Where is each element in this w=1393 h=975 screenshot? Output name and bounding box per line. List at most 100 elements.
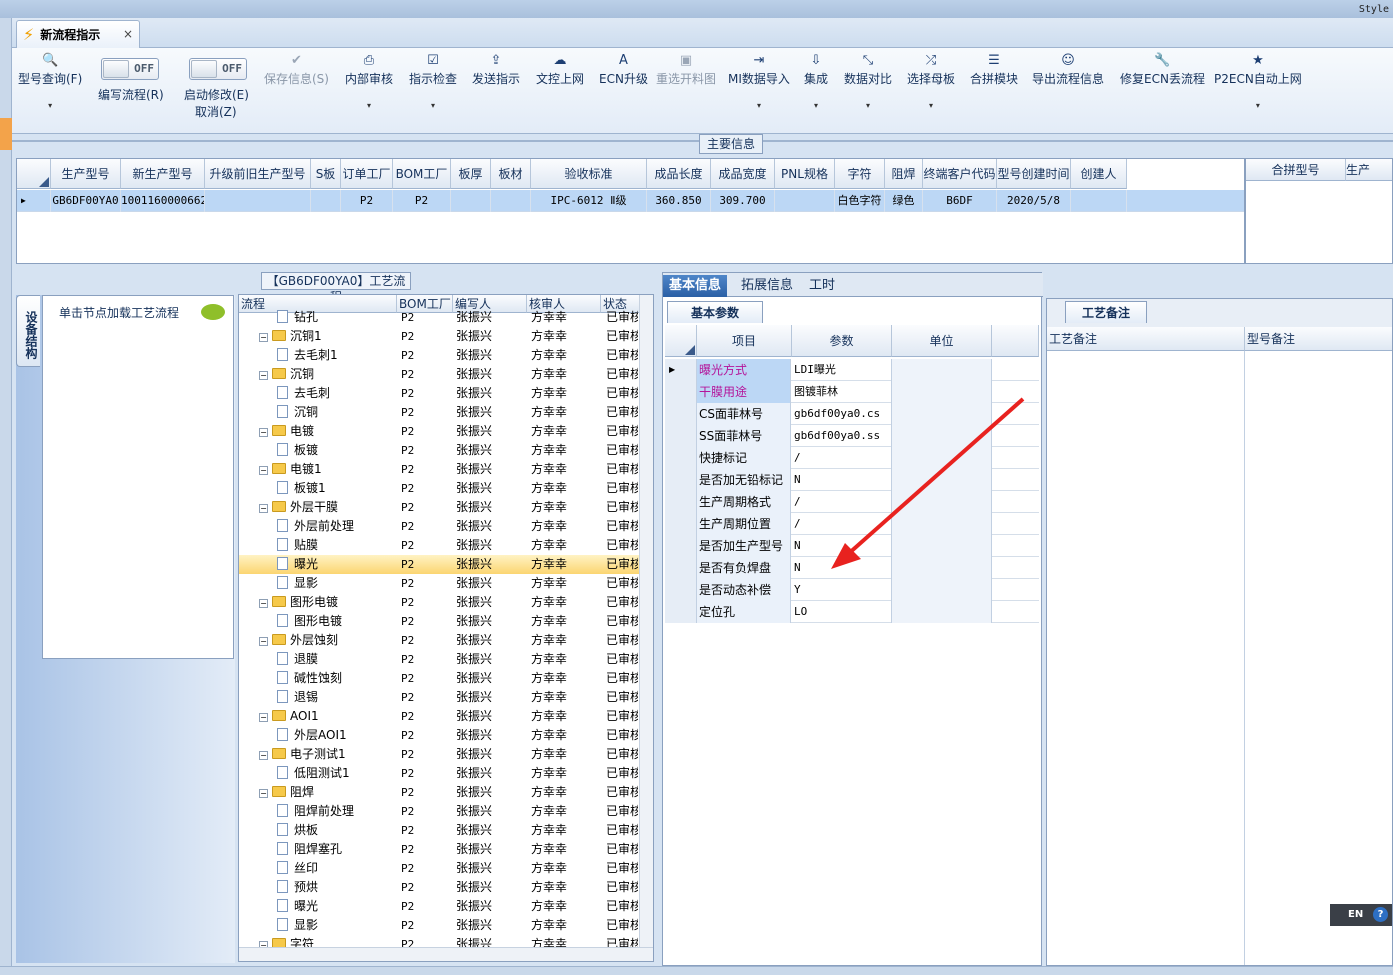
- toolbar-button-5[interactable]: ☁ 文控上网: [536, 52, 584, 87]
- col-header[interactable]: 成品宽度: [711, 159, 775, 189]
- cell[interactable]: B6DF: [923, 190, 997, 212]
- process-notes-body[interactable]: [1047, 351, 1245, 965]
- col-header[interactable]: 板厚: [451, 159, 491, 189]
- tree-node[interactable]: − 图形电镀: [259, 593, 338, 612]
- collapse-icon[interactable]: −: [259, 371, 268, 380]
- toolbar-button-11[interactable]: ⤮ 选择母板 ▾: [907, 52, 955, 110]
- tree-row[interactable]: 外层AOI1 P2 张振兴 方幸幸 已审核: [239, 726, 639, 745]
- col-merge-model[interactable]: 合拼型号: [1246, 159, 1346, 181]
- tree-node[interactable]: 退锡: [277, 688, 318, 707]
- tree-row[interactable]: − 外层蚀刻 P2 张振兴 方幸幸 已审核: [239, 631, 639, 650]
- col-header[interactable]: 升级前旧生产型号: [205, 159, 311, 189]
- tree-node[interactable]: 钻孔: [277, 308, 318, 327]
- col-header[interactable]: 订单工厂: [341, 159, 393, 189]
- close-icon[interactable]: ×: [123, 27, 133, 41]
- tree-node[interactable]: 沉铜: [277, 403, 318, 422]
- toolbar-button-2[interactable]: ⎙ 内部审核 ▾: [345, 52, 393, 110]
- dropdown-arrow-icon[interactable]: ▾: [345, 101, 393, 110]
- tree-row[interactable]: − 电镀 P2 张振兴 方幸幸 已审核: [239, 422, 639, 441]
- tree-row[interactable]: − 图形电镀 P2 张振兴 方幸幸 已审核: [239, 593, 639, 612]
- tree-row[interactable]: − 沉铜1 P2 张振兴 方幸幸 已审核: [239, 327, 639, 346]
- dropdown-arrow-icon[interactable]: ▾: [728, 101, 790, 110]
- cell[interactable]: 白色字符: [835, 190, 885, 212]
- tree-row[interactable]: 沉铜 P2 张振兴 方幸幸 已审核: [239, 403, 639, 422]
- tree-row[interactable]: 阻焊前处理 P2 张振兴 方幸幸 已审核: [239, 802, 639, 821]
- start-edit-toggle[interactable]: OFF: [189, 58, 247, 80]
- tree-node[interactable]: 丝印: [277, 859, 318, 878]
- tree-horizontal-scrollbar[interactable]: [239, 947, 653, 961]
- tree-row[interactable]: 碱性蚀刻 P2 张振兴 方幸幸 已审核: [239, 669, 639, 688]
- toolbar-button-15[interactable]: ★ P2ECN自动上网 ▾: [1214, 52, 1302, 110]
- tree-node[interactable]: − 外层干膜: [259, 498, 338, 517]
- tree-row[interactable]: − 外层干膜 P2 张振兴 方幸幸 已审核: [239, 498, 639, 517]
- tree-row[interactable]: − AOI1 P2 张振兴 方幸幸 已审核: [239, 707, 639, 726]
- col-header[interactable]: PNL规格: [775, 159, 835, 189]
- cell[interactable]: GB6DF00YA0: [51, 190, 121, 212]
- cell[interactable]: 2020/5/8: [997, 190, 1071, 212]
- col-process-notes[interactable]: 工艺备注: [1047, 327, 1245, 351]
- tree-node[interactable]: 外层AOI1: [277, 726, 347, 745]
- toolbar-button-14[interactable]: 🔧 修复ECN丢流程: [1120, 52, 1205, 87]
- tree-row[interactable]: 显影 P2 张振兴 方幸幸 已审核: [239, 916, 639, 935]
- tree-node[interactable]: 曝光: [277, 897, 318, 916]
- col-header[interactable]: BOM工厂: [393, 159, 451, 189]
- tree-node[interactable]: − AOI1: [259, 707, 319, 726]
- tree-row[interactable]: 板镀 P2 张振兴 方幸幸 已审核: [239, 441, 639, 460]
- tree-node[interactable]: 板镀1: [277, 479, 326, 498]
- dropdown-arrow-icon[interactable]: ▾: [409, 101, 457, 110]
- toolbar-button-7[interactable]: ▣ 重选开料图: [656, 52, 716, 87]
- col-header[interactable]: 新生产型号: [121, 159, 205, 189]
- tree-node[interactable]: 退膜: [277, 650, 318, 669]
- load-hint-label[interactable]: 单击节点加载工艺流程: [59, 304, 179, 321]
- col-header[interactable]: 阻焊: [885, 159, 923, 189]
- cell[interactable]: [451, 190, 491, 212]
- tree-row[interactable]: − 沉铜 P2 张振兴 方幸幸 已审核: [239, 365, 639, 384]
- tree-row[interactable]: − 电镀1 P2 张振兴 方幸幸 已审核: [239, 460, 639, 479]
- toolbar-button-0[interactable]: 🔍 型号查询(F) ▾: [18, 52, 82, 110]
- tree-row[interactable]: 去毛刺1 P2 张振兴 方幸幸 已审核: [239, 346, 639, 365]
- cell[interactable]: [1071, 190, 1127, 212]
- toolbar-button-4[interactable]: ⇪ 发送指示: [472, 52, 520, 87]
- tree-row[interactable]: 显影 P2 张振兴 方幸幸 已审核: [239, 574, 639, 593]
- tree-row[interactable]: 贴膜 P2 张振兴 方幸幸 已审核: [239, 536, 639, 555]
- cell[interactable]: 309.700: [711, 190, 775, 212]
- tree-node[interactable]: 图形电镀: [277, 612, 342, 631]
- tab-equipment-structure[interactable]: 设备结构: [16, 295, 40, 367]
- cell[interactable]: [205, 190, 311, 212]
- collapse-icon[interactable]: −: [259, 599, 268, 608]
- tree-node[interactable]: 预烘: [277, 878, 318, 897]
- tree-row[interactable]: 板镀1 P2 张振兴 方幸幸 已审核: [239, 479, 639, 498]
- tree-node[interactable]: − 外层蚀刻: [259, 631, 338, 650]
- ime-indicator[interactable]: EN ?: [1330, 904, 1392, 926]
- toolbar-button-12[interactable]: ☰ 合拼模块: [970, 52, 1018, 87]
- col-header[interactable]: 板材: [491, 159, 531, 189]
- cell[interactable]: P2: [393, 190, 451, 212]
- collapse-icon[interactable]: −: [259, 751, 268, 760]
- write-process-toggle[interactable]: OFF: [101, 58, 159, 80]
- col-header[interactable]: 成品长度: [647, 159, 711, 189]
- tab-process-notes[interactable]: 工艺备注: [1065, 301, 1147, 323]
- toolbar-button-13[interactable]: ☺ 导出流程信息: [1032, 52, 1104, 87]
- collapse-icon[interactable]: −: [259, 428, 268, 437]
- tree-node[interactable]: 显影: [277, 916, 318, 935]
- cell[interactable]: [311, 190, 341, 212]
- col-header[interactable]: S板: [311, 159, 341, 189]
- tree-node[interactable]: − 电子测试1: [259, 745, 346, 764]
- cancel-label[interactable]: 取消(Z): [195, 103, 237, 120]
- col-header[interactable]: 创建人: [1071, 159, 1127, 189]
- collapse-icon[interactable]: −: [259, 333, 268, 342]
- cell[interactable]: 绿色: [885, 190, 923, 212]
- toolbar-button-10[interactable]: ⤡ 数据对比 ▾: [844, 52, 892, 110]
- tree-node[interactable]: 贴膜: [277, 536, 318, 555]
- col-production[interactable]: 生产: [1346, 159, 1392, 181]
- model-notes-body[interactable]: [1245, 351, 1392, 965]
- toolbar-button-3[interactable]: ☑ 指示检查 ▾: [409, 52, 457, 110]
- tree-node[interactable]: − 电镀1: [259, 460, 322, 479]
- tab-new-process[interactable]: ⚡ 新流程指示 ×: [16, 20, 140, 48]
- tree-row[interactable]: 预烘 P2 张振兴 方幸幸 已审核: [239, 878, 639, 897]
- tree-row[interactable]: 丝印 P2 张振兴 方幸幸 已审核: [239, 859, 639, 878]
- toolbar-button-9[interactable]: ⇩ 集成 ▾: [804, 52, 828, 110]
- collapse-icon[interactable]: −: [259, 466, 268, 475]
- tree-node[interactable]: 低阻测试1: [277, 764, 350, 783]
- cell[interactable]: 10011600006629: [121, 190, 205, 212]
